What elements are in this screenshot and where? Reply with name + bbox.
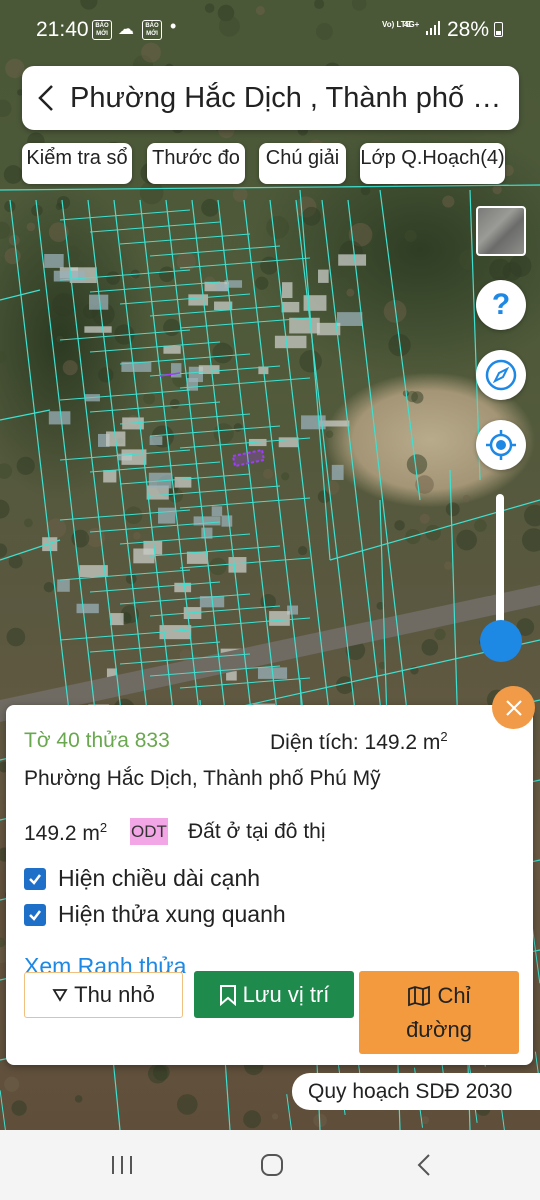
land-use-area: 149.2 m2 bbox=[24, 820, 107, 846]
ruler-button[interactable]: Thước đo bbox=[147, 143, 245, 184]
help-button[interactable]: ? bbox=[476, 280, 526, 330]
view-boundary-link[interactable]: Xem Ranh thửa bbox=[24, 949, 186, 973]
directions-line-1: Chỉ bbox=[407, 979, 471, 1013]
show-edge-length-option[interactable]: Hiện chiều dài cạnh bbox=[24, 865, 260, 892]
triangle-down-icon bbox=[52, 988, 68, 1002]
signal-icon bbox=[426, 21, 440, 35]
my-location-button[interactable] bbox=[476, 420, 526, 470]
show-edge-length-label: Hiện chiều dài cạnh bbox=[58, 865, 261, 891]
cloud-icon: ☁ bbox=[118, 21, 134, 38]
more-notifications-dot-icon: • bbox=[170, 16, 177, 36]
land-code-badge: ODT bbox=[130, 818, 168, 845]
save-location-button[interactable]: Lưu vị trí bbox=[194, 971, 354, 1018]
bookmark-icon bbox=[219, 984, 237, 1006]
opacity-slider-knob[interactable] bbox=[480, 620, 522, 662]
land-type-label: Đất ở tại đô thị bbox=[188, 820, 326, 843]
parcel-area: Diện tích: 149.2 m2 bbox=[270, 729, 448, 755]
search-bar[interactable]: Phường Hắc Dịch , Thành phố Phú Mỹ bbox=[22, 66, 519, 130]
baomoi-notification-icon-2: BÁO MỚI bbox=[142, 20, 162, 40]
close-panel-button[interactable] bbox=[492, 686, 535, 729]
collapse-label: Thu nhỏ bbox=[74, 982, 155, 1007]
map-icon bbox=[407, 985, 431, 1007]
back-arrow-icon[interactable] bbox=[22, 66, 70, 130]
recent-apps-button[interactable] bbox=[82, 1130, 162, 1200]
planning-year-label[interactable]: Quy hoạch SDĐ 2030 bbox=[292, 1073, 540, 1110]
location-title[interactable]: Phường Hắc Dịch , Thành phố Phú Mỹ bbox=[70, 82, 510, 115]
recents-icon bbox=[112, 1156, 132, 1174]
land-use-unit-sup: 2 bbox=[99, 820, 108, 835]
status-bar: 21:40 BÁO MỚI ☁ BÁO MỚI • Vo) LTE 4G+ 28… bbox=[0, 0, 540, 60]
back-button[interactable] bbox=[384, 1130, 464, 1200]
directions-button[interactable]: Chỉ đường bbox=[359, 971, 519, 1054]
directions-label-1: Chỉ bbox=[437, 982, 471, 1008]
show-surrounding-label: Hiện thửa xung quanh bbox=[58, 901, 286, 927]
parcel-info-panel: Tờ 40 thửa 833 Diện tích: 149.2 m2 Phườn… bbox=[6, 705, 533, 1065]
back-chevron-icon bbox=[417, 1154, 430, 1176]
checkbox-checked-icon[interactable] bbox=[24, 903, 46, 926]
land-use-area-text: 149.2 m bbox=[24, 822, 100, 845]
close-icon bbox=[505, 699, 522, 716]
home-icon bbox=[261, 1154, 283, 1176]
home-button[interactable] bbox=[232, 1130, 312, 1200]
show-surrounding-option[interactable]: Hiện thửa xung quanh bbox=[24, 901, 286, 928]
parcel-address: Phường Hắc Dịch, Thành phố Phú Mỹ bbox=[24, 767, 381, 790]
save-location-label: Lưu vị trí bbox=[242, 981, 330, 1007]
crosshair-location-icon bbox=[486, 430, 516, 460]
baomoi-notification-icon: BÁO MỚI bbox=[92, 20, 112, 40]
battery-percent: 28% bbox=[447, 18, 490, 41]
basemap-switch-thumbnail[interactable] bbox=[476, 206, 526, 256]
planning-layer-button[interactable]: Lớp Q.Hoạch(4) bbox=[360, 143, 505, 184]
compass-button[interactable] bbox=[476, 350, 526, 400]
directions-label-2: đường bbox=[406, 1016, 472, 1042]
system-nav-bar bbox=[0, 1130, 540, 1200]
parcel-id: Tờ 40 thửa 833 bbox=[24, 729, 170, 752]
status-time: 21:40 bbox=[36, 18, 89, 41]
question-icon: ? bbox=[491, 288, 511, 321]
check-book-button[interactable]: Kiểm tra sổ bbox=[22, 143, 132, 184]
network-4g-icon: 4G+ bbox=[404, 20, 420, 29]
battery-icon bbox=[494, 22, 503, 37]
area-unit-sup: 2 bbox=[440, 729, 448, 744]
legend-button[interactable]: Chú giải bbox=[259, 143, 346, 184]
compass-icon bbox=[485, 359, 517, 391]
parcel-area-text: Diện tích: 149.2 m bbox=[270, 731, 441, 754]
collapse-button[interactable]: Thu nhỏ bbox=[24, 972, 183, 1018]
checkbox-checked-icon[interactable] bbox=[24, 867, 46, 890]
